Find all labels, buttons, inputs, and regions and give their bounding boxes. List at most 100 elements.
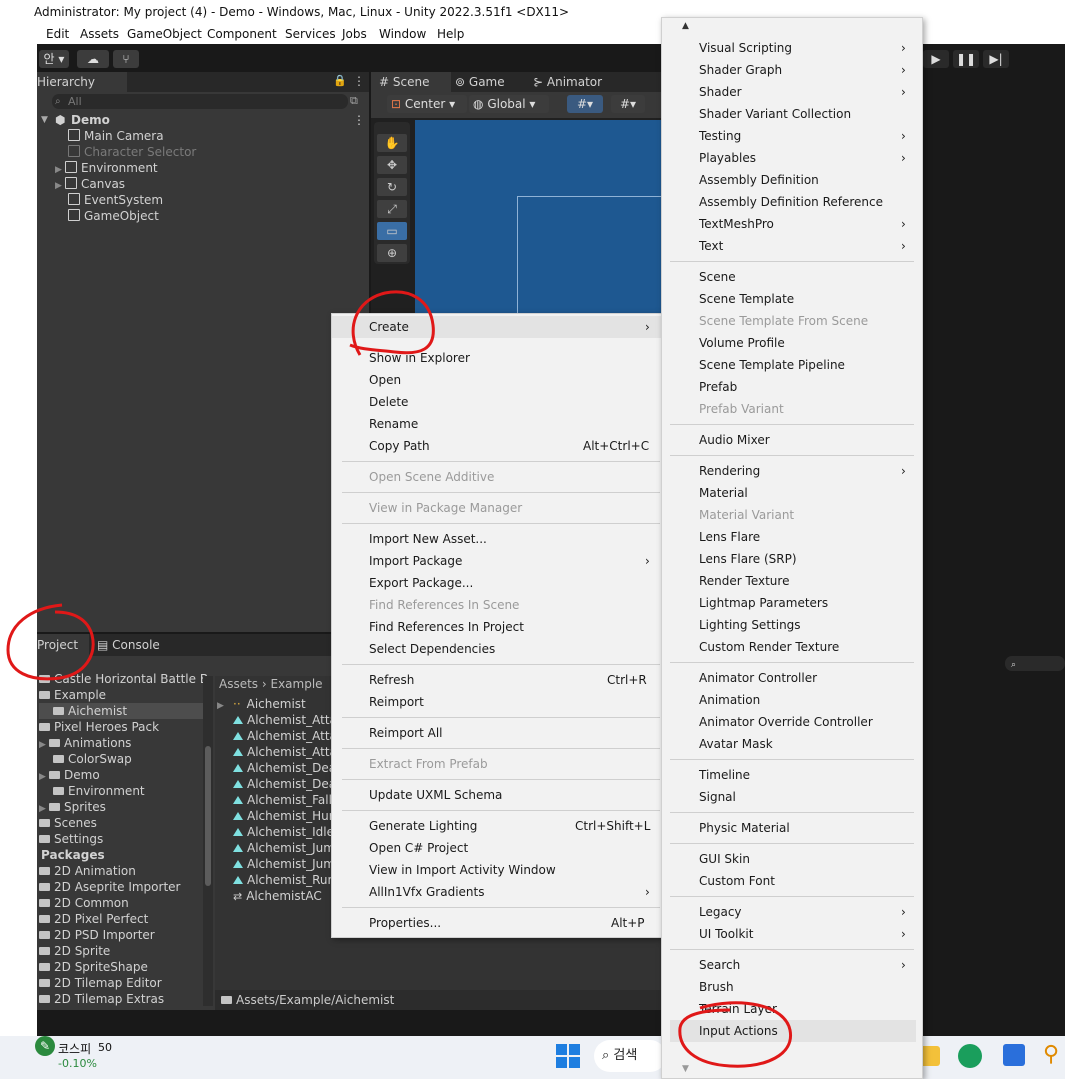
- scroll-up-arrow-icon[interactable]: ▲: [682, 21, 689, 31]
- tree-folder[interactable]: Castle Horizontal Battle B: [39, 671, 208, 687]
- submenu-item[interactable]: Lighting Settings: [662, 614, 922, 636]
- submenu-item[interactable]: Shader ›: [662, 81, 922, 103]
- submenu-item[interactable]: Timeline: [662, 764, 922, 786]
- edge-browser-icon[interactable]: [958, 1044, 982, 1068]
- menu-item-show-in-explorer[interactable]: Show in Explorer: [332, 347, 662, 369]
- tree-folder[interactable]: 2D Tilemap Extras: [39, 991, 164, 1007]
- submenu-item[interactable]: Playables ›: [662, 147, 922, 169]
- asset-item[interactable]: Alchemist_Fall: [233, 792, 332, 808]
- transform-tool-icon[interactable]: ⊕: [377, 244, 407, 262]
- tree-scrollbar-thumb[interactable]: [205, 746, 211, 886]
- submenu-item[interactable]: Animator Controller: [662, 667, 922, 689]
- menu-item-open[interactable]: Open: [332, 369, 662, 391]
- menu-item-import-package[interactable]: Import Package ›: [332, 550, 662, 572]
- submenu-item[interactable]: Rendering ›: [662, 460, 922, 482]
- snap-grid-button[interactable]: #▾: [567, 95, 603, 113]
- submenu-item[interactable]: Material: [662, 482, 922, 504]
- tree-folder[interactable]: ▶ Animations: [39, 735, 131, 751]
- menu-item-view-import-activity[interactable]: View in Import Activity Window: [332, 859, 662, 881]
- space-dropdown[interactable]: ◍ Global ▾: [469, 95, 549, 113]
- expand-arrow-icon[interactable]: ▼: [41, 112, 48, 128]
- submenu-item[interactable]: Scene: [662, 266, 922, 288]
- hierarchy-item[interactable]: ▶ Environment: [55, 160, 365, 176]
- submenu-item[interactable]: GUI Skin: [662, 848, 922, 870]
- menu-window[interactable]: Window: [379, 24, 426, 44]
- tree-scrollbar[interactable]: [203, 676, 213, 1006]
- submenu-item[interactable]: Animator Override Controller: [662, 711, 922, 733]
- account-dropdown[interactable]: 안 ▾: [39, 50, 69, 68]
- scale-tool-icon[interactable]: ⤢: [377, 200, 407, 218]
- tree-folder[interactable]: 2D SpriteShape: [39, 959, 148, 975]
- menu-item-refresh[interactable]: Refresh Ctrl+R: [332, 669, 662, 691]
- tree-folder[interactable]: Example: [39, 687, 106, 703]
- menu-item-find-references-in-project[interactable]: Find References In Project: [332, 616, 662, 638]
- search-app-icon[interactable]: ⚲: [1043, 1042, 1059, 1067]
- hand-tool-icon[interactable]: ✋: [377, 134, 407, 152]
- breadcrumb-assets[interactable]: Assets: [219, 677, 258, 691]
- tree-folder[interactable]: Settings: [39, 831, 103, 847]
- hierarchy-item[interactable]: ▶ Canvas: [55, 176, 365, 192]
- breadcrumb-example[interactable]: Example: [271, 677, 323, 691]
- menu-item-allin1vfx-gradients[interactable]: AllIn1Vfx Gradients ›: [332, 881, 662, 903]
- submenu-item[interactable]: Visual Scripting ›: [662, 37, 922, 59]
- asset-item[interactable]: Alchemist_Atta: [233, 712, 337, 728]
- rect-tool-icon[interactable]: ▭: [377, 222, 407, 240]
- pause-icon[interactable]: ❚❚: [953, 50, 979, 68]
- asset-item[interactable]: Alchemist_Idle: [233, 824, 334, 840]
- menu-item-update-uxml-schema[interactable]: Update UXML Schema: [332, 784, 662, 806]
- asset-item[interactable]: Alchemist_Jum: [233, 856, 335, 872]
- tree-folder[interactable]: 2D Aseprite Importer: [39, 879, 180, 895]
- hierarchy-search-input[interactable]: ⌕ All: [52, 94, 348, 109]
- menu-item-delete[interactable]: Delete: [332, 391, 662, 413]
- scroll-down-arrow-icon[interactable]: ▼: [682, 1064, 689, 1074]
- menu-gameobject[interactable]: GameObject: [127, 24, 202, 44]
- submenu-item[interactable]: Terrain Layer: [662, 998, 922, 1020]
- submenu-item[interactable]: UI Toolkit ›: [662, 923, 922, 945]
- hierarchy-scene-row[interactable]: ▼ ⬢ Demo ⋮: [37, 112, 369, 128]
- rotate-tool-icon[interactable]: ↻: [377, 178, 407, 196]
- menu-item-open-csharp-project[interactable]: Open C# Project: [332, 837, 662, 859]
- windows-start-icon[interactable]: [556, 1044, 580, 1068]
- hierarchy-item[interactable]: GameObject: [68, 208, 368, 224]
- menu-item-reimport[interactable]: Reimport: [332, 691, 662, 713]
- tree-folder[interactable]: 2D Pixel Perfect: [39, 911, 148, 927]
- taskbar-search-box[interactable]: ⌕ 검색: [594, 1040, 666, 1072]
- tab-project[interactable]: Project: [37, 634, 89, 656]
- submenu-item[interactable]: Lens Flare (SRP): [662, 548, 922, 570]
- menu-assets[interactable]: Assets: [80, 24, 119, 44]
- submenu-item[interactable]: Testing ›: [662, 125, 922, 147]
- asset-item[interactable]: Alchemist_Dea: [233, 760, 336, 776]
- menu-component[interactable]: Component: [207, 24, 277, 44]
- cloud-icon[interactable]: ☁: [77, 50, 109, 68]
- submenu-item[interactable]: Lens Flare: [662, 526, 922, 548]
- submenu-item[interactable]: Physic Material: [662, 817, 922, 839]
- hierarchy-filter-icon[interactable]: ⧉: [350, 94, 358, 108]
- submenu-item[interactable]: Assembly Definition: [662, 169, 922, 191]
- hierarchy-item[interactable]: EventSystem: [68, 192, 368, 208]
- scene-menu-icon[interactable]: ⋮: [353, 112, 365, 128]
- tree-folder[interactable]: ColorSwap: [53, 751, 132, 767]
- tree-folder[interactable]: 2D Common: [39, 895, 129, 911]
- submenu-item[interactable]: Search ›: [662, 954, 922, 976]
- kebab-menu-icon[interactable]: ⋮: [353, 74, 365, 88]
- tree-folder[interactable]: ▶ Demo: [39, 767, 100, 783]
- hierarchy-tab[interactable]: Hierarchy: [37, 72, 127, 92]
- pivot-dropdown[interactable]: ⊡ Center ▾: [387, 95, 467, 113]
- asset-item[interactable]: Alchemist_Atta: [233, 728, 337, 744]
- submenu-item[interactable]: Audio Mixer: [662, 429, 922, 451]
- asset-item[interactable]: Alchemist_Atta: [233, 744, 337, 760]
- tree-packages-header[interactable]: Packages: [41, 847, 105, 863]
- submenu-item[interactable]: TextMeshPro ›: [662, 213, 922, 235]
- move-tool-icon[interactable]: ✥: [377, 156, 407, 174]
- collab-icon[interactable]: ⑂: [113, 50, 139, 68]
- submenu-item[interactable]: Legacy ›: [662, 901, 922, 923]
- submenu-item[interactable]: Brush: [662, 976, 922, 998]
- menu-item-copy-path[interactable]: Copy Path Alt+Ctrl+C: [332, 435, 662, 457]
- expand-arrow-icon[interactable]: ▶: [55, 178, 65, 194]
- store-icon[interactable]: [1003, 1044, 1025, 1066]
- submenu-item[interactable]: Shader Variant Collection: [662, 103, 922, 125]
- stock-name[interactable]: 코스피: [58, 1040, 91, 1057]
- submenu-item[interactable]: Avatar Mask: [662, 733, 922, 755]
- submenu-item[interactable]: Custom Font: [662, 870, 922, 892]
- tree-folder[interactable]: 2D PSD Importer: [39, 927, 155, 943]
